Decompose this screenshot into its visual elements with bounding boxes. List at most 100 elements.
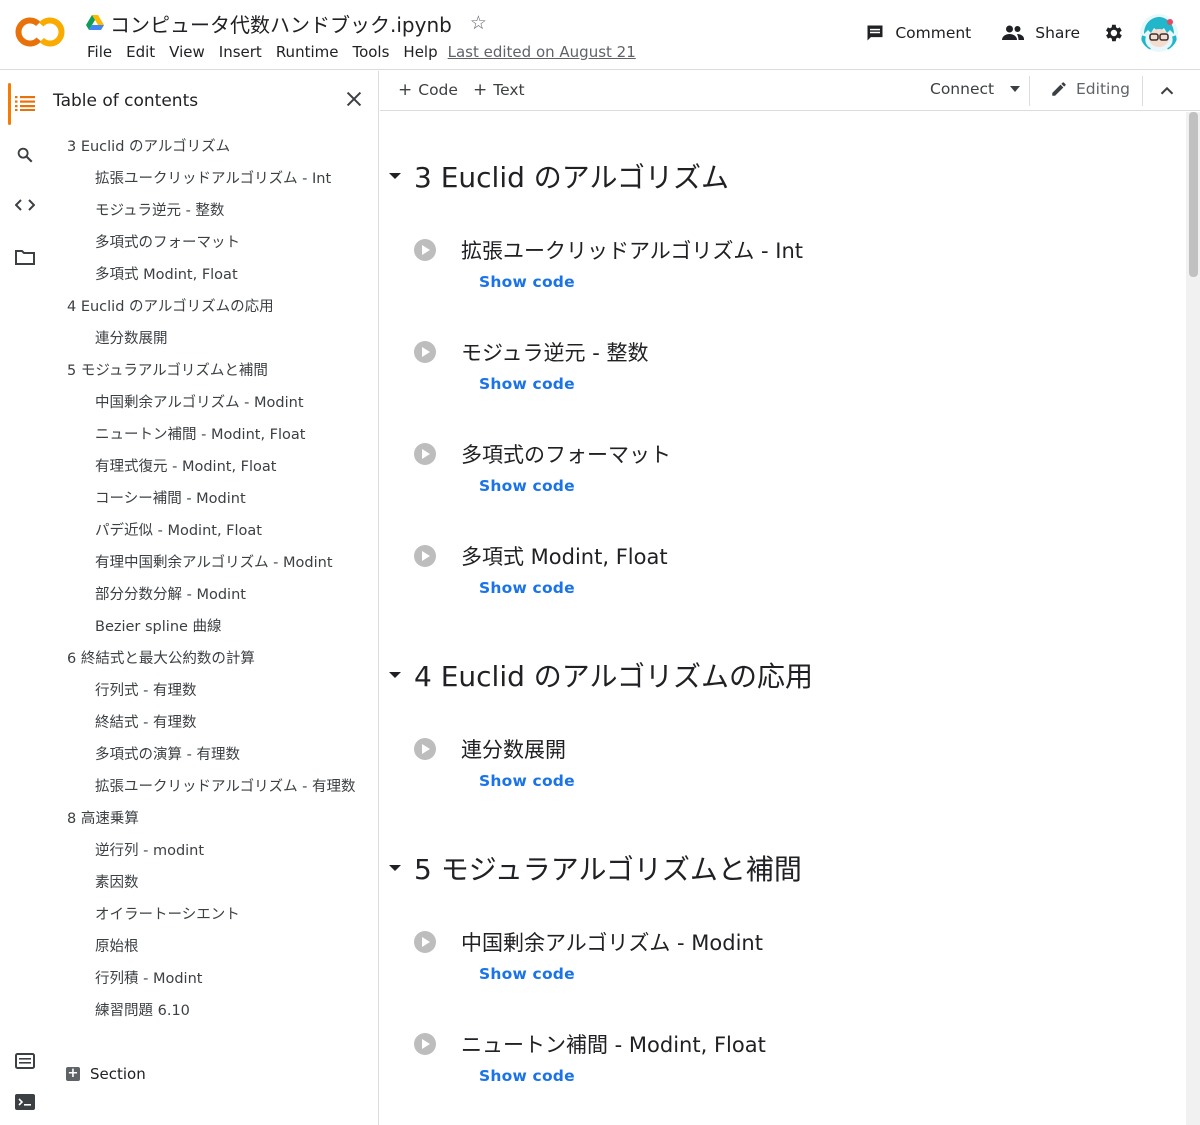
toc-subsection-item[interactable]: 逆行列 - modint [48, 841, 368, 861]
add-code-button[interactable]: + Code [398, 80, 458, 100]
table-of-contents-icon [15, 96, 35, 111]
collapse-caret-icon[interactable] [388, 668, 402, 682]
toc-subsection-item[interactable]: 行列式 - 有理数 [48, 681, 368, 701]
show-code-link[interactable]: Show code [479, 477, 575, 495]
command-palette-rail-button[interactable] [12, 1048, 38, 1074]
user-avatar[interactable] [1140, 14, 1178, 52]
section-header[interactable]: 4 Euclid のアルゴリズムの応用 [388, 655, 813, 695]
toc-subsection-item[interactable]: 練習問題 6.10 [48, 1001, 368, 1021]
add-code-label: Code [418, 81, 458, 99]
section-header[interactable]: 3 Euclid のアルゴリズム [388, 156, 729, 196]
toc-subsection-item[interactable]: 連分数展開 [48, 329, 368, 349]
collapse-caret-icon[interactable] [388, 861, 402, 875]
show-code-link[interactable]: Show code [479, 965, 575, 983]
cell-title: 中国剰余アルゴリズム - Modint [461, 931, 763, 955]
share-button[interactable]: Share [1001, 23, 1080, 43]
cell-title: 拡張ユークリッドアルゴリズム - Int [461, 239, 804, 263]
toc-subsection-item[interactable]: 行列積 - Modint [48, 969, 368, 989]
menu-tools[interactable]: Tools [345, 41, 396, 63]
menu-file[interactable]: File [80, 41, 119, 63]
toc-rail-button[interactable] [12, 90, 38, 116]
files-rail-button[interactable] [12, 244, 38, 270]
run-cell-icon[interactable] [412, 543, 438, 569]
add-text-label: Text [493, 81, 525, 99]
add-section-button[interactable]: + Section [66, 1065, 146, 1083]
terminal-rail-button[interactable] [12, 1089, 38, 1115]
section-title: 4 Euclid のアルゴリズムの応用 [414, 660, 813, 693]
star-icon[interactable]: ☆ [470, 13, 487, 33]
show-code-link[interactable]: Show code [479, 1067, 575, 1085]
connect-button[interactable]: Connect [930, 80, 1021, 98]
menu-help[interactable]: Help [396, 41, 444, 63]
folder-icon [15, 250, 35, 265]
run-cell-icon[interactable] [412, 237, 438, 263]
colab-logo[interactable] [14, 12, 70, 52]
gear-icon [1106, 24, 1122, 42]
table-of-contents-panel: Table of contents 3 Euclid のアルゴリズム 拡張ユークリ… [48, 71, 379, 1125]
toc-subsection-item[interactable]: 有理式復元 - Modint, Float [48, 457, 368, 477]
add-text-button[interactable]: + Text [473, 80, 525, 100]
toc-section-item[interactable]: 8 高速乗算 [48, 809, 368, 829]
toc-subsection-item[interactable]: 終結式 - 有理数 [48, 713, 368, 733]
cell-title: モジュラ逆元 - 整数 [461, 341, 649, 365]
run-cell-icon[interactable] [412, 1031, 438, 1057]
toc-subsection-item[interactable]: モジュラ逆元 - 整数 [48, 201, 368, 221]
show-code-link[interactable]: Show code [479, 579, 575, 597]
cell-title: 多項式 Modint, Float [461, 545, 668, 569]
toc-subsection-item[interactable]: コーシー補間 - Modint [48, 489, 368, 509]
add-box-icon: + [66, 1066, 80, 1081]
collapse-caret-icon[interactable] [388, 169, 402, 183]
run-cell-icon[interactable] [412, 736, 438, 762]
comment-label: Comment [895, 24, 972, 42]
connect-label: Connect [930, 80, 995, 98]
search-rail-button[interactable] [12, 142, 38, 168]
toc-subsection-item[interactable]: 多項式 Modint, Float [48, 265, 368, 285]
settings-button[interactable] [1102, 22, 1124, 44]
command-palette-icon [15, 1053, 35, 1069]
toc-subsection-item[interactable]: 部分分数分解 - Modint [48, 585, 368, 605]
google-drive-icon[interactable] [86, 15, 104, 31]
toc-subsection-item[interactable]: Bezier spline 曲線 [48, 617, 368, 637]
show-code-link[interactable]: Show code [479, 375, 575, 393]
chevron-up-icon[interactable] [1156, 80, 1178, 102]
toc-subsection-item[interactable]: 拡張ユークリッドアルゴリズム - Int [48, 169, 368, 189]
last-edited-link[interactable]: Last edited on August 21 [448, 43, 636, 61]
close-icon[interactable] [343, 88, 365, 110]
toc-subsection-item[interactable]: 素因数 [48, 873, 368, 893]
cell-title: 連分数展開 [461, 738, 566, 762]
menu-edit[interactable]: Edit [119, 41, 162, 63]
toc-subsection-item[interactable]: 多項式の演算 - 有理数 [48, 745, 368, 765]
menu-runtime[interactable]: Runtime [269, 41, 346, 63]
scrollbar-thumb[interactable] [1189, 112, 1198, 277]
toc-subsection-item[interactable]: 拡張ユークリッドアルゴリズム - 有理数 [48, 777, 368, 797]
run-cell-icon[interactable] [412, 441, 438, 467]
comment-button[interactable]: Comment [865, 23, 971, 43]
run-cell-icon[interactable] [412, 929, 438, 955]
toc-section-item[interactable]: 4 Euclid のアルゴリズムの応用 [48, 297, 368, 317]
menu-insert[interactable]: Insert [212, 41, 269, 63]
avatar-icon [1140, 14, 1178, 52]
dropdown-arrow-icon[interactable] [1010, 86, 1021, 92]
code-snippets-rail-button[interactable] [12, 192, 38, 218]
app-header: コンピュータ代数ハンドブック.ipynb ☆ File Edit View In… [0, 0, 1200, 70]
toc-subsection-item[interactable]: 多項式のフォーマット [48, 233, 368, 253]
toc-subsection-item[interactable]: 中国剰余アルゴリズム - Modint [48, 393, 368, 413]
editing-mode-button[interactable]: Editing [1050, 80, 1130, 98]
toc-subsection-item[interactable]: 有理中国剰余アルゴリズム - Modint [48, 553, 368, 573]
toc-subsection-item[interactable]: オイラートーシエント [48, 905, 368, 925]
notebook-title[interactable]: コンピュータ代数ハンドブック.ipynb [110, 9, 452, 38]
toc-section-item[interactable]: 6 終結式と最大公約数の計算 [48, 649, 368, 669]
toc-subsection-item[interactable]: パデ近似 - Modint, Float [48, 521, 368, 541]
toc-section-item[interactable]: 5 モジュラアルゴリズムと補間 [48, 361, 368, 381]
show-code-link[interactable]: Show code [479, 273, 575, 291]
toc-subsection-item[interactable]: 原始根 [48, 937, 368, 957]
terminal-icon [15, 1094, 35, 1110]
toc-subsection-item[interactable]: ニュートン補間 - Modint, Float [48, 425, 368, 445]
code-icon [15, 199, 35, 211]
toc-section-item[interactable]: 3 Euclid のアルゴリズム [48, 137, 368, 157]
section-header[interactable]: 5 モジュラアルゴリズムと補間 [388, 848, 802, 888]
add-section-label: Section [90, 1065, 146, 1083]
run-cell-icon[interactable] [412, 339, 438, 365]
show-code-link[interactable]: Show code [479, 772, 575, 790]
menu-view[interactable]: View [162, 41, 212, 63]
